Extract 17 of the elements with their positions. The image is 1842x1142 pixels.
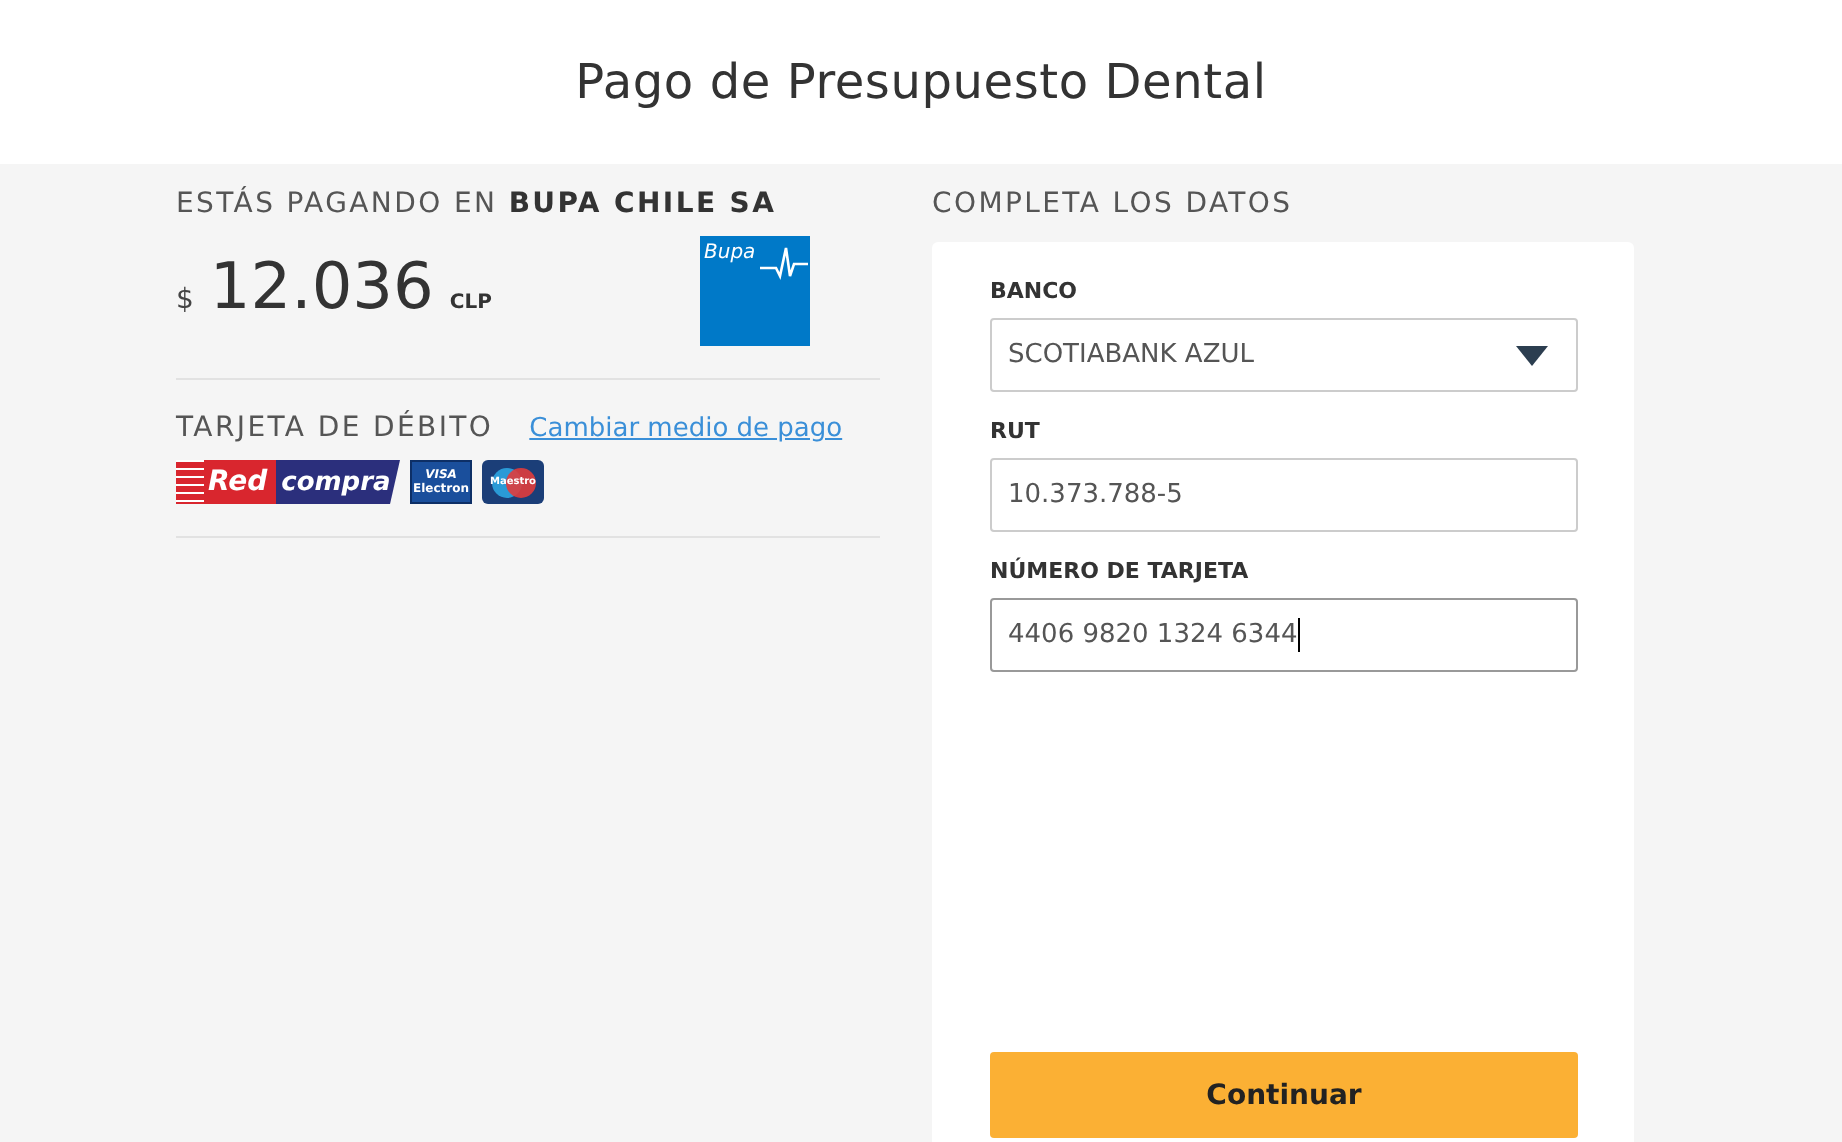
amount: 12.036 <box>209 248 434 324</box>
merchant-logo: Bupa <box>700 236 810 346</box>
input-field[interactable]: 4406 9820 1324 6344 <box>990 598 1578 672</box>
page-title: Pago de Presupuesto Dental <box>575 54 1267 110</box>
currency-symbol: $ <box>176 284 194 316</box>
paying-to-label: ESTÁS PAGANDO EN BUPA CHILE SA <box>176 188 779 220</box>
currency-code: CLP <box>449 292 492 314</box>
form-heading: COMPLETA LOS DATOS <box>932 188 1295 224</box>
input-field[interactable]: 10.373.788-5 <box>990 458 1578 532</box>
caret-icon <box>1516 345 1548 365</box>
field-label: NÚMERO DE TARJETA <box>990 558 1251 584</box>
bank-select[interactable]: SCOTIABANK AZUL <box>990 318 1578 392</box>
field-label: RUT <box>990 418 1042 444</box>
continue-button[interactable]: Continuar <box>990 1052 1578 1138</box>
redcompra-logo: Red compra <box>176 460 400 504</box>
payment-method-label: TARJETA DE DÉBITO <box>176 412 494 444</box>
field-label: BANCO <box>990 278 1080 304</box>
